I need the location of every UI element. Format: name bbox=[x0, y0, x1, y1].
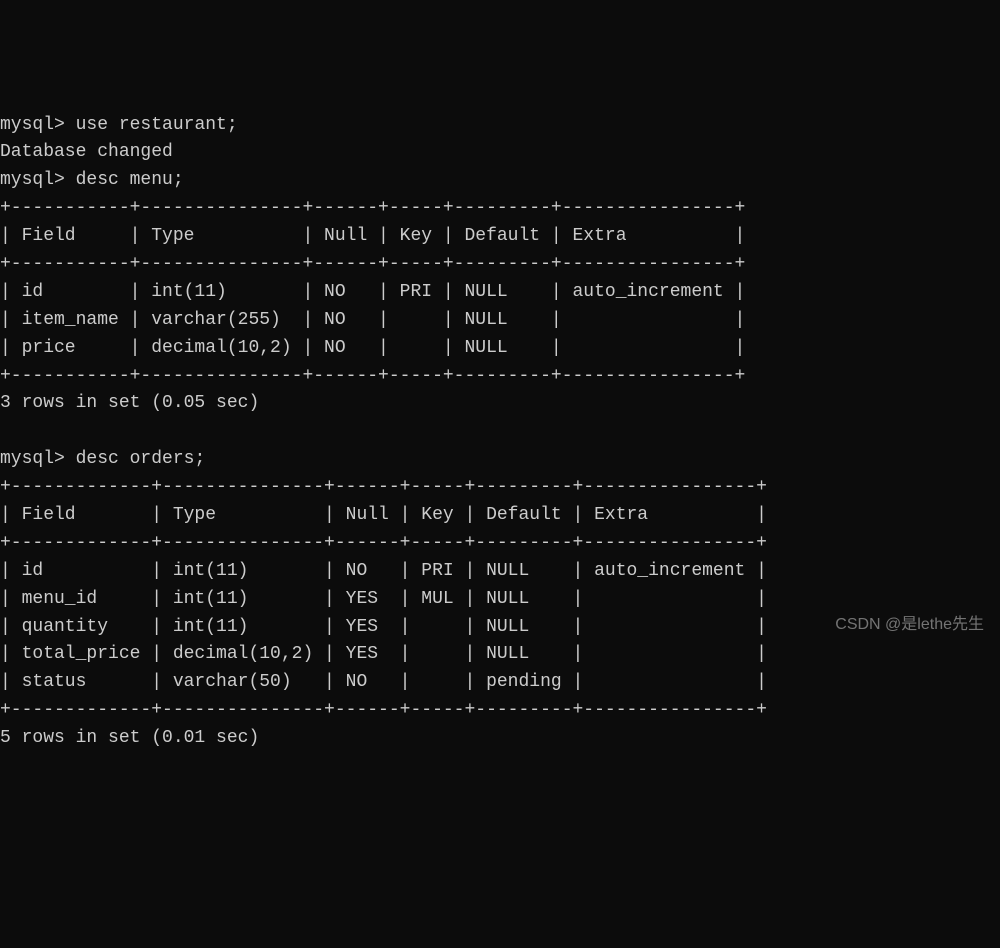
table-border: +-----------+---------------+------+----… bbox=[0, 198, 745, 218]
table-header: | Field | Type | Null | Key | Default | … bbox=[0, 505, 767, 525]
terminal-output: mysql> use restaurant; Database changed … bbox=[0, 112, 1000, 753]
result-summary: 5 rows in set (0.01 sec) bbox=[0, 728, 259, 748]
prompt: mysql> bbox=[0, 115, 65, 135]
table-row: | id | int(11) | NO | PRI | NULL | auto_… bbox=[0, 561, 767, 581]
command-use: use restaurant; bbox=[76, 115, 238, 135]
table-border: +-----------+---------------+------+----… bbox=[0, 254, 745, 274]
table-row: | item_name | varchar(255) | NO | | NULL… bbox=[0, 310, 745, 330]
table-row: | status | varchar(50) | NO | | pending … bbox=[0, 672, 767, 692]
command-desc-orders: desc orders; bbox=[76, 449, 206, 469]
table-border: +-------------+---------------+------+--… bbox=[0, 477, 767, 497]
table-row: | total_price | decimal(10,2) | YES | | … bbox=[0, 644, 767, 664]
prompt: mysql> bbox=[0, 170, 65, 190]
response-db-changed: Database changed bbox=[0, 142, 173, 162]
result-summary: 3 rows in set (0.05 sec) bbox=[0, 393, 259, 413]
prompt: mysql> bbox=[0, 449, 65, 469]
table-row: | menu_id | int(11) | YES | MUL | NULL |… bbox=[0, 589, 767, 609]
table-row: | quantity | int(11) | YES | | NULL | | bbox=[0, 617, 767, 637]
table-row: | price | decimal(10,2) | NO | | NULL | … bbox=[0, 338, 745, 358]
watermark: CSDN @是lethe先生 bbox=[835, 613, 984, 638]
command-desc-menu: desc menu; bbox=[76, 170, 184, 190]
table-border: +-------------+---------------+------+--… bbox=[0, 700, 767, 720]
table-border: +-----------+---------------+------+----… bbox=[0, 366, 745, 386]
table-row: | id | int(11) | NO | PRI | NULL | auto_… bbox=[0, 282, 745, 302]
table-header: | Field | Type | Null | Key | Default | … bbox=[0, 226, 745, 246]
table-border: +-------------+---------------+------+--… bbox=[0, 533, 767, 553]
